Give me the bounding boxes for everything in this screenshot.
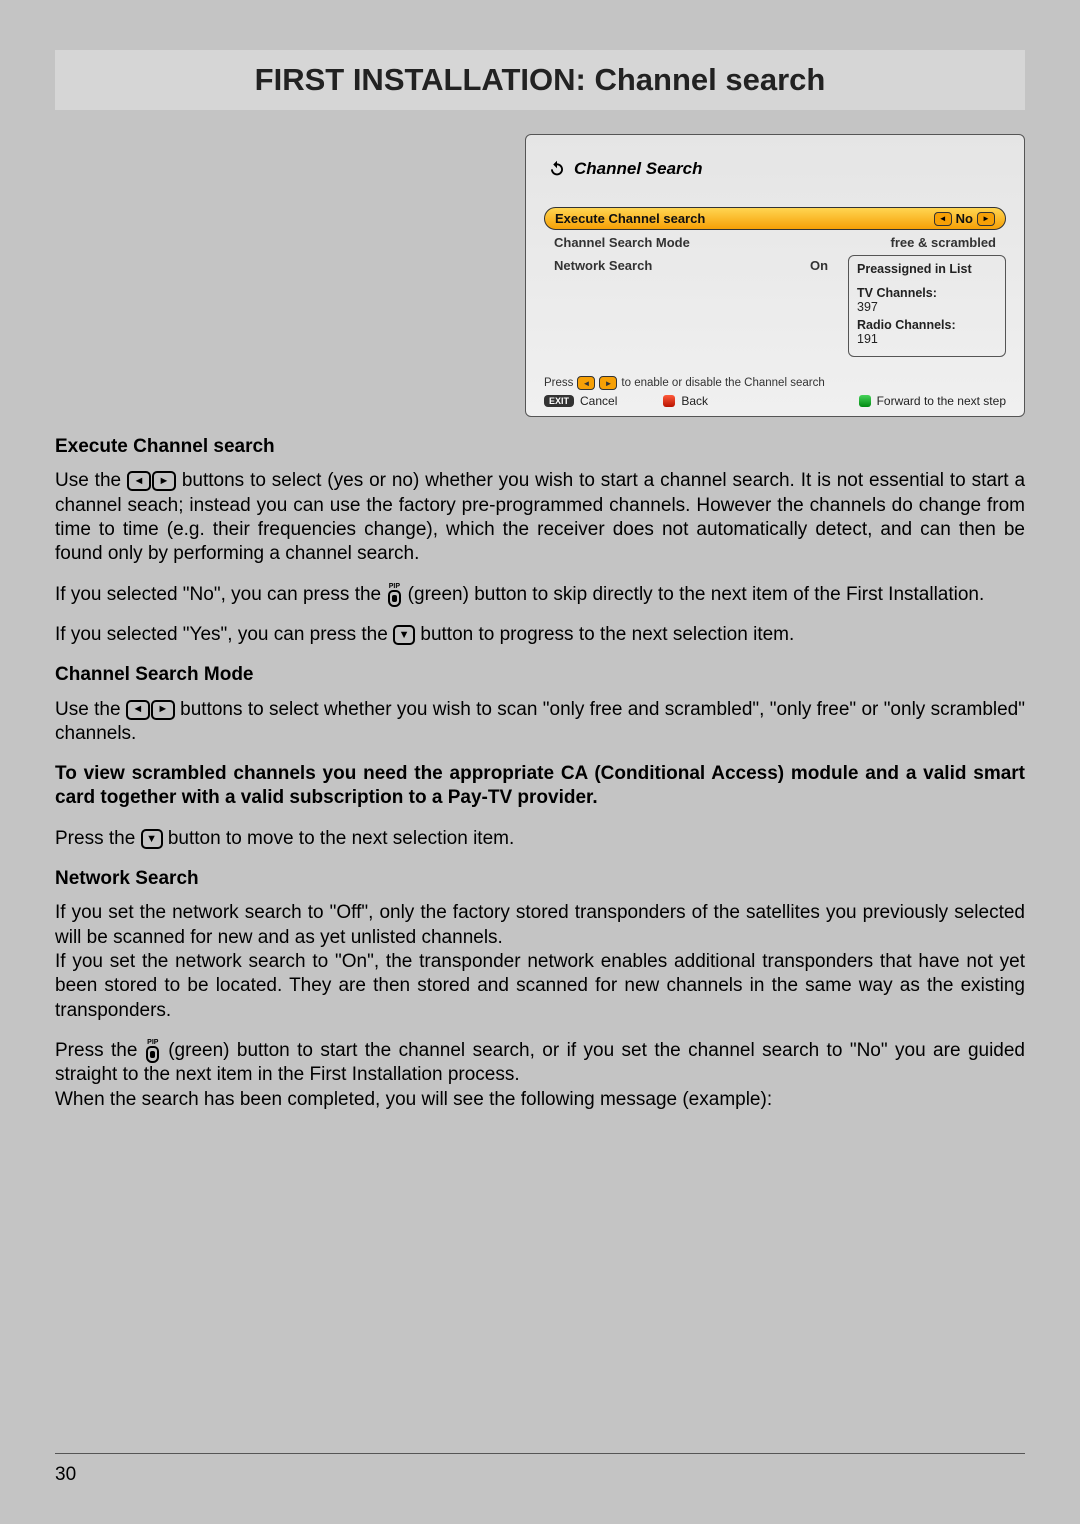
pip-green-key-icon: PIP: [386, 583, 402, 607]
text: buttons to select whether you wish to sc…: [55, 699, 1025, 744]
page-title: FIRST INSTALLATION: Channel search: [55, 50, 1025, 110]
section-head-execute: Execute Channel search: [55, 435, 1025, 459]
forward-label: Forward to the next step: [877, 394, 1006, 408]
para-bold: To view scrambled channels you need the …: [55, 762, 1025, 811]
left-right-keys-icon: ◄►: [127, 471, 176, 491]
left-arrow-icon[interactable]: ◄: [934, 212, 952, 226]
down-key-icon: ▼: [393, 625, 415, 645]
text: If you selected "No", you can press the: [55, 584, 386, 605]
para: If you set the network search to "Off", …: [55, 901, 1025, 950]
left-arrow-icon: ◄: [577, 376, 595, 390]
text: (green) button to skip directly to the n…: [408, 584, 985, 605]
screenshot-container: Channel Search Execute Channel search ◄ …: [55, 134, 1025, 417]
tv-osd-screenshot: Channel Search Execute Channel search ◄ …: [525, 134, 1025, 417]
hint-suffix: to enable or disable the Channel search: [621, 377, 824, 389]
text: If you selected "Yes", you can press the: [55, 624, 393, 645]
text: button to move to the next selection ite…: [168, 828, 514, 849]
row-network-label: Network Search: [554, 258, 652, 273]
para: If you selected "Yes", you can press the…: [55, 623, 1025, 647]
left-right-keys-icon: ◄►: [126, 700, 175, 720]
row-mode-value: free & scrambled: [891, 235, 997, 250]
row-execute[interactable]: Execute Channel search ◄ No ►: [544, 207, 1006, 230]
page-number: 30: [55, 1464, 76, 1486]
para: When the search has been completed, you …: [55, 1088, 1025, 1112]
text: button to progress to the next selection…: [420, 624, 794, 645]
para: Press the PIP (green) button to start th…: [55, 1039, 1025, 1088]
para: If you set the network search to "On", t…: [55, 950, 1025, 1023]
down-key-icon: ▼: [141, 829, 163, 849]
radio-channels-count: 191: [857, 332, 997, 346]
back-label: Back: [681, 394, 708, 408]
osd-header: Channel Search: [548, 159, 1006, 179]
para: If you selected "No", you can press the …: [55, 583, 1025, 607]
text: Use the: [55, 699, 126, 720]
osd-footer: EXIT Cancel Back Forward to the next ste…: [544, 394, 1006, 408]
section-head-network: Network Search: [55, 867, 1025, 891]
row-execute-label: Execute Channel search: [555, 211, 705, 226]
body-content: Execute Channel search Use the ◄► button…: [55, 435, 1025, 1112]
preassigned-panel: Preassigned in List TV Channels: 397 Rad…: [848, 255, 1006, 357]
text: buttons to select (yes or no) whether yo…: [55, 470, 1025, 564]
hint-prefix: Press: [544, 377, 573, 389]
text: (green) button to start the channel sear…: [55, 1040, 1025, 1085]
tv-channels-count: 397: [857, 300, 997, 314]
text: Press the: [55, 828, 141, 849]
red-button-icon[interactable]: [663, 395, 675, 407]
row-network-value: On: [810, 258, 828, 273]
radio-channels-label: Radio Channels:: [857, 318, 997, 332]
manual-page: FIRST INSTALLATION: Channel search Chann…: [0, 0, 1080, 1524]
section-head-mode: Channel Search Mode: [55, 663, 1025, 687]
footer-rule: [55, 1453, 1025, 1454]
pip-green-key-icon: PIP: [145, 1039, 161, 1063]
exit-button[interactable]: EXIT: [544, 395, 574, 407]
right-arrow-icon[interactable]: ►: [977, 212, 995, 226]
panel-heading: Preassigned in List: [857, 262, 997, 276]
row-execute-value: No: [956, 211, 973, 226]
osd-hint: Press ◄ ► to enable or disable the Chann…: [544, 376, 1006, 390]
green-button-icon[interactable]: [859, 395, 871, 407]
para: Use the ◄► buttons to select (yes or no)…: [55, 469, 1025, 566]
text: Press the: [55, 1040, 145, 1061]
row-mode-label: Channel Search Mode: [554, 235, 690, 250]
right-arrow-icon: ►: [599, 376, 617, 390]
refresh-icon: [548, 160, 566, 178]
cancel-label: Cancel: [580, 394, 617, 408]
text: Use the: [55, 470, 127, 491]
tv-channels-label: TV Channels:: [857, 286, 997, 300]
row-mode: Channel Search Mode free & scrambled: [544, 232, 1006, 253]
para: Press the ▼ button to move to the next s…: [55, 827, 1025, 851]
para: Use the ◄► buttons to select whether you…: [55, 698, 1025, 747]
osd-title: Channel Search: [574, 159, 703, 179]
